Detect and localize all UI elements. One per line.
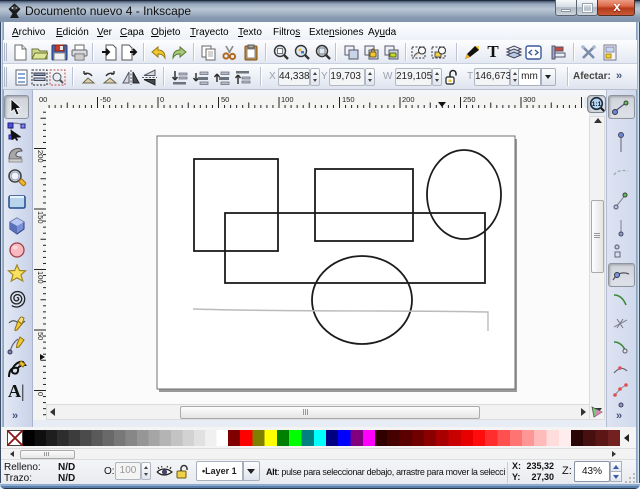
svg-text:1:1: 1:1 — [592, 101, 602, 108]
